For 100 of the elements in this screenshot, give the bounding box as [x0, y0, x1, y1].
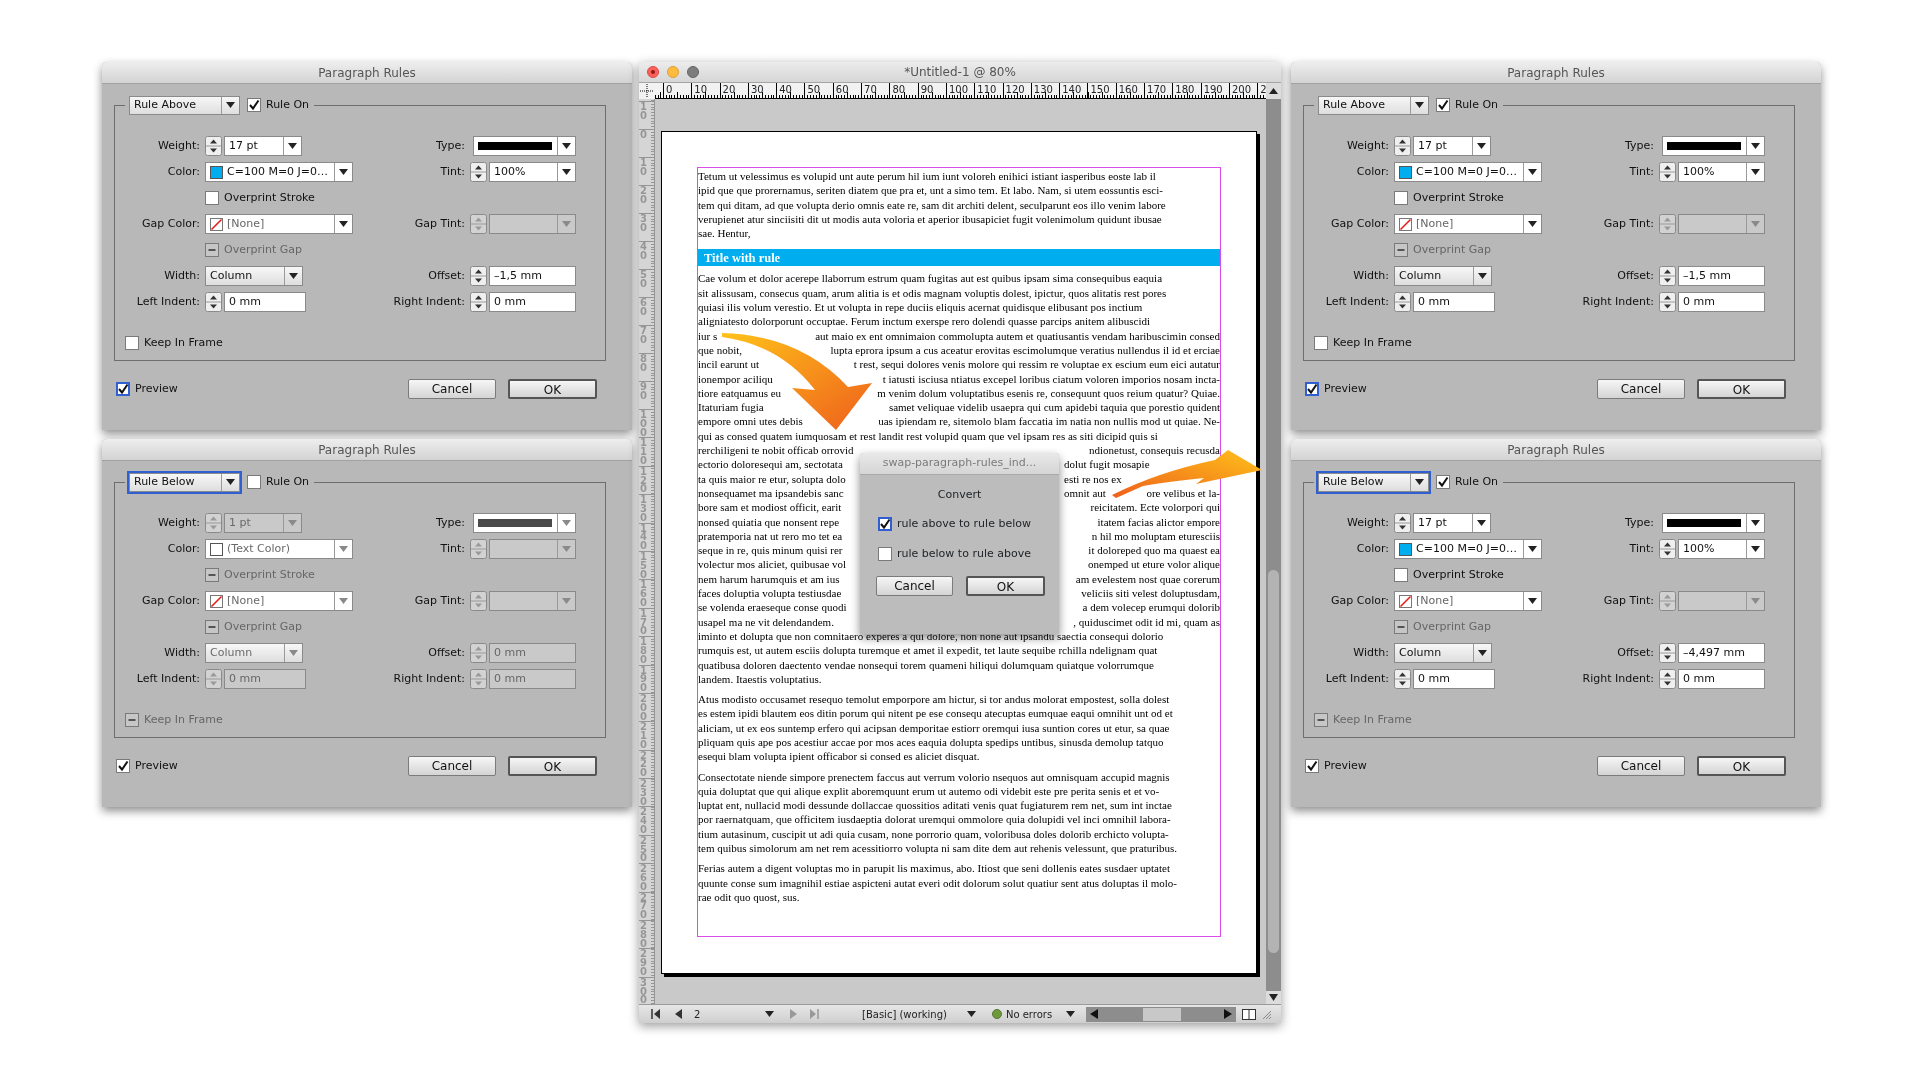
- split-view-icon[interactable]: [1242, 1008, 1257, 1020]
- line-type-dropdown[interactable]: [473, 136, 576, 156]
- input-field[interactable]: 0 mm: [489, 292, 576, 312]
- stepper[interactable]: [1394, 136, 1411, 156]
- caret-icon: [1415, 102, 1424, 108]
- checkbox[interactable]: [1394, 568, 1408, 582]
- input-field[interactable]: –1,5 mm: [489, 266, 576, 286]
- input-field[interactable]: 0 mm: [224, 292, 306, 312]
- checkbox-label: Overprint Stroke: [224, 566, 315, 583]
- input-field[interactable]: 0 mm: [1413, 292, 1495, 312]
- stepper[interactable]: [1394, 513, 1411, 533]
- stepper[interactable]: [1659, 266, 1676, 286]
- rule-dropdown[interactable]: Rule Above: [129, 95, 240, 115]
- checkbox[interactable]: [1305, 382, 1319, 396]
- scroll-thumb[interactable]: [1268, 570, 1279, 953]
- stepper[interactable]: [205, 292, 222, 312]
- cancel-button[interactable]: Cancel: [408, 756, 496, 776]
- stepper[interactable]: [1394, 669, 1411, 689]
- ruler-label: 130: [1033, 84, 1053, 95]
- scroll-right-icon[interactable]: [1223, 1009, 1233, 1019]
- vertical-scrollbar[interactable]: [1266, 99, 1281, 1004]
- scroll-left-icon[interactable]: [1090, 1009, 1100, 1019]
- ok-button[interactable]: OK: [1697, 379, 1786, 399]
- field-label: Weight:: [157, 137, 200, 154]
- input-field[interactable]: 0 mm: [1678, 669, 1765, 689]
- text-line: reicitatem. Ecte volorpori qui: [1090, 500, 1220, 515]
- page-field[interactable]: 2: [694, 1006, 774, 1022]
- combo-box[interactable]: 17 pt: [1413, 513, 1491, 533]
- checkbox[interactable]: [1305, 759, 1319, 773]
- checkbox[interactable]: [125, 336, 139, 351]
- checkbox[interactable]: [1436, 475, 1450, 489]
- color-dropdown[interactable]: C=100 M=0 J=0…: [1394, 539, 1542, 559]
- combo-box[interactable]: 100%: [1678, 539, 1765, 559]
- checkbox[interactable]: [247, 98, 261, 112]
- rule-dropdown[interactable]: Rule Below: [129, 472, 240, 492]
- input-field[interactable]: –1,5 mm: [1678, 266, 1765, 286]
- rule-dropdown[interactable]: Rule Above: [1318, 95, 1429, 115]
- stepper[interactable]: [205, 136, 222, 156]
- ok-button[interactable]: OK: [1697, 756, 1786, 776]
- zoom-button[interactable]: [687, 66, 699, 78]
- stepper[interactable]: [1394, 292, 1411, 312]
- combo-box[interactable]: 17 pt: [224, 136, 302, 156]
- combo-box[interactable]: 100%: [489, 162, 576, 182]
- color-dropdown[interactable]: [None]: [1394, 591, 1542, 611]
- line-type-dropdown[interactable]: [1662, 136, 1765, 156]
- stepper[interactable]: [470, 266, 487, 286]
- input-field[interactable]: –4,497 mm: [1678, 643, 1765, 663]
- stepper[interactable]: [1659, 643, 1676, 663]
- combo-box[interactable]: 100%: [1678, 162, 1765, 182]
- ok-button[interactable]: OK: [508, 756, 597, 776]
- color-dropdown[interactable]: C=100 M=0 J=0…: [205, 162, 353, 182]
- stepper[interactable]: [470, 162, 487, 182]
- stepper[interactable]: [1659, 292, 1676, 312]
- ok-button[interactable]: OK: [508, 379, 597, 399]
- dropdown[interactable]: Column: [205, 266, 303, 286]
- scroll-thumb[interactable]: [1143, 1007, 1182, 1021]
- dropdown[interactable]: Column: [1394, 266, 1492, 286]
- cancel-button[interactable]: Cancel: [1597, 756, 1685, 776]
- stepper[interactable]: [1659, 162, 1676, 182]
- input-field[interactable]: 0 mm: [1678, 292, 1765, 312]
- scroll-up-button[interactable]: [1266, 83, 1281, 99]
- checkbox[interactable]: [205, 191, 219, 205]
- line-type-dropdown[interactable]: [1662, 513, 1765, 533]
- dropdown[interactable]: Column: [1394, 643, 1492, 663]
- ruler-origin-icon[interactable]: [639, 83, 655, 99]
- first-page-icon[interactable]: [651, 1009, 661, 1019]
- checkbox[interactable]: [116, 759, 130, 773]
- color-dropdown[interactable]: [None]: [1394, 214, 1542, 234]
- field-label: Color:: [167, 163, 200, 180]
- checkbox[interactable]: [878, 547, 892, 562]
- checkbox[interactable]: [1394, 191, 1408, 205]
- text-line: uas ipiendam re, sitemolo blam faccatia im natia non nullis mod ut quiae. Ne-: [878, 414, 1220, 429]
- input-field[interactable]: 0 mm: [1413, 669, 1495, 689]
- cancel-button[interactable]: Cancel: [876, 575, 953, 596]
- preflight-dropdown[interactable]: No errors: [991, 1006, 1076, 1022]
- resize-grip-icon[interactable]: [1262, 1009, 1272, 1019]
- checkbox[interactable]: [878, 516, 892, 531]
- stepper[interactable]: [1659, 539, 1676, 559]
- heading: Title with rule: [704, 249, 781, 267]
- style-dropdown[interactable]: [Basic] (working): [862, 1006, 976, 1022]
- combo-box[interactable]: 17 pt: [1413, 136, 1491, 156]
- rule-dropdown[interactable]: Rule Below: [1318, 472, 1429, 492]
- none-swatch-icon: [1399, 594, 1412, 608]
- checkbox[interactable]: [116, 382, 130, 396]
- checkbox[interactable]: [1314, 336, 1328, 351]
- field-label: Tint:: [1629, 163, 1654, 180]
- cancel-button[interactable]: Cancel: [408, 379, 496, 399]
- checkbox[interactable]: [1436, 98, 1450, 112]
- checkbox[interactable]: [247, 475, 261, 489]
- scroll-down-button[interactable]: [1266, 991, 1281, 1004]
- color-dropdown[interactable]: C=100 M=0 J=0…: [1394, 162, 1542, 182]
- cancel-button[interactable]: Cancel: [1597, 379, 1685, 399]
- ok-button[interactable]: OK: [966, 575, 1045, 596]
- stepper[interactable]: [470, 292, 487, 312]
- previous-page-icon[interactable]: [675, 1009, 682, 1019]
- horizontal-scrollbar[interactable]: [1086, 1006, 1237, 1022]
- ruler-label: 140: [640, 524, 647, 551]
- stepper[interactable]: [1659, 669, 1676, 689]
- color-dropdown[interactable]: [None]: [205, 214, 353, 234]
- close-button[interactable]: [647, 66, 659, 78]
